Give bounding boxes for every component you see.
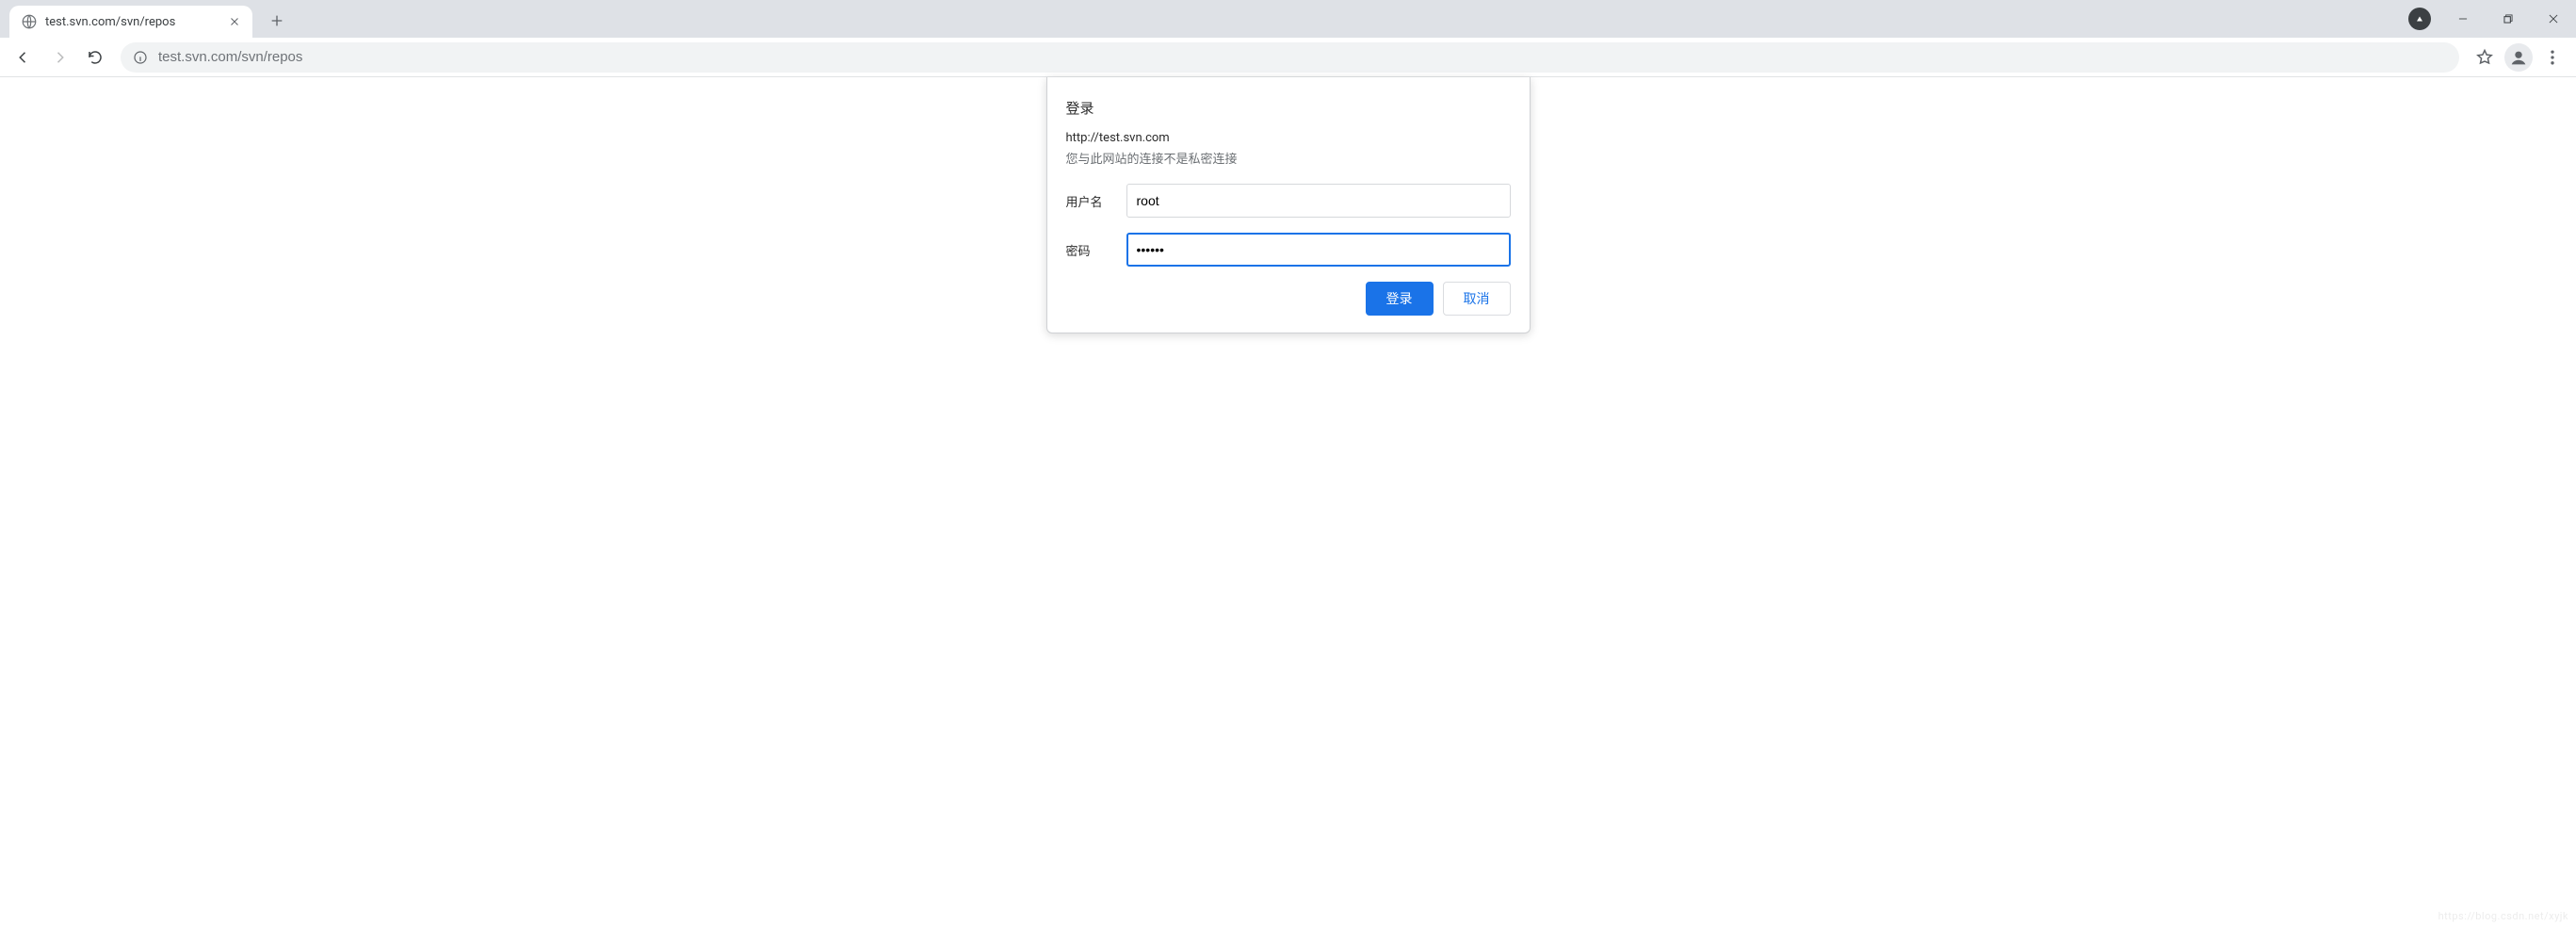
back-button[interactable] [8, 41, 40, 73]
toolbar [0, 38, 2576, 77]
active-tab[interactable]: test.svn.com/svn/repos [9, 6, 252, 38]
password-label: 密码 [1066, 241, 1110, 259]
username-row: 用户名 [1066, 184, 1511, 218]
dialog-origin: http://test.svn.com [1066, 131, 1511, 145]
dialog-warning: 您与此网站的连接不是私密连接 [1066, 149, 1511, 167]
globe-icon [21, 13, 38, 30]
reload-button[interactable] [79, 41, 111, 73]
http-auth-dialog: 登录 http://test.svn.com 您与此网站的连接不是私密连接 用户… [1046, 77, 1531, 333]
maximize-button[interactable] [2486, 0, 2531, 38]
bookmark-star-icon[interactable] [2469, 41, 2501, 73]
new-tab-button[interactable] [262, 6, 292, 36]
close-tab-icon[interactable] [228, 15, 241, 28]
window-controls [2408, 0, 2576, 38]
kebab-menu-icon[interactable] [2536, 41, 2568, 73]
incognito-icon [2408, 8, 2431, 30]
tab-strip: test.svn.com/svn/repos [0, 0, 2576, 38]
password-input[interactable] [1126, 233, 1511, 267]
watermark-text: https://blog.csdn.net/xyjk [2438, 910, 2568, 922]
username-input[interactable] [1126, 184, 1511, 218]
site-info-icon[interactable] [132, 49, 149, 66]
profile-avatar[interactable] [2504, 43, 2533, 72]
minimize-button[interactable] [2440, 0, 2486, 38]
cancel-button[interactable]: 取消 [1443, 282, 1511, 316]
page-viewport: 登录 http://test.svn.com 您与此网站的连接不是私密连接 用户… [0, 77, 2576, 926]
dialog-actions: 登录 取消 [1066, 282, 1511, 316]
omnibox[interactable] [121, 42, 2459, 73]
tab-title: test.svn.com/svn/repos [45, 15, 220, 29]
login-button[interactable]: 登录 [1366, 282, 1434, 316]
forward-button[interactable] [43, 41, 75, 73]
username-label: 用户名 [1066, 192, 1110, 210]
password-row: 密码 [1066, 233, 1511, 267]
address-bar-input[interactable] [158, 49, 2448, 65]
close-window-button[interactable] [2531, 0, 2576, 38]
dialog-title: 登录 [1066, 98, 1511, 118]
